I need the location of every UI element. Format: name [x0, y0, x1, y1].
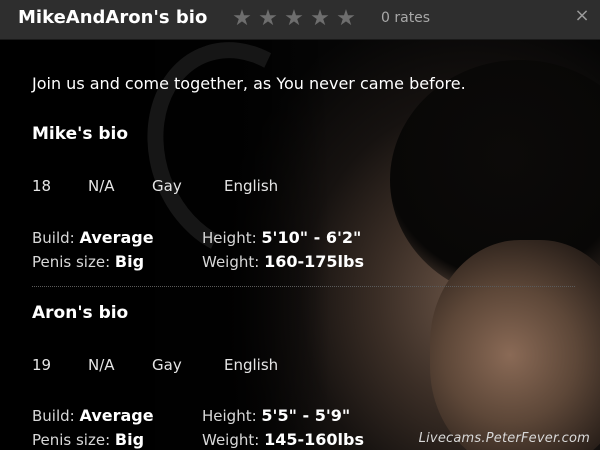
- star-icon[interactable]: ★: [308, 6, 332, 32]
- section-divider: [32, 286, 575, 287]
- penis-label: Penis size:: [32, 431, 111, 449]
- age-tag: 18: [32, 177, 52, 195]
- build-attr: Build: Average: [32, 228, 154, 247]
- bio-section-title: Aron's bio: [32, 303, 129, 323]
- bio-content: Join us and come together, as You never …: [0, 40, 600, 450]
- location-tag: N/A: [88, 356, 115, 374]
- orientation-tag: Gay: [152, 177, 182, 195]
- weight-value: 145-160lbs: [264, 430, 364, 449]
- weight-label: Weight:: [202, 253, 260, 271]
- penis-attr: Penis size: Big: [32, 252, 144, 271]
- penis-label: Penis size:: [32, 253, 111, 271]
- weight-value: 160-175lbs: [264, 252, 364, 271]
- rating-stars[interactable]: ★ ★ ★ ★ ★: [230, 6, 358, 32]
- tagline: Join us and come together, as You never …: [32, 74, 466, 93]
- build-attr: Build: Average: [32, 406, 154, 425]
- star-icon[interactable]: ★: [256, 6, 280, 32]
- build-label: Build:: [32, 229, 75, 247]
- height-label: Height:: [202, 229, 257, 247]
- weight-label: Weight:: [202, 431, 260, 449]
- height-attr: Height: 5'10" - 6'2": [202, 228, 361, 247]
- height-attr: Height: 5'5" - 5'9": [202, 406, 350, 425]
- bio-header: MikeAndAron's bio ★ ★ ★ ★ ★ 0 rates ×: [0, 0, 600, 40]
- build-value: Average: [79, 406, 154, 425]
- height-label: Height:: [202, 407, 257, 425]
- weight-attr: Weight: 160-175lbs: [202, 252, 364, 271]
- orientation-tag: Gay: [152, 356, 182, 374]
- language-tag: English: [224, 356, 279, 374]
- height-value: 5'10" - 6'2": [261, 228, 362, 247]
- close-icon[interactable]: ×: [572, 6, 592, 26]
- build-label: Build:: [32, 407, 75, 425]
- build-value: Average: [79, 228, 154, 247]
- penis-attr: Penis size: Big: [32, 430, 144, 449]
- language-tag: English: [224, 177, 279, 195]
- penis-value: Big: [114, 430, 145, 449]
- bio-title: MikeAndAron's bio: [18, 7, 208, 28]
- site-watermark: Livecams.PeterFever.com: [418, 431, 590, 446]
- star-icon[interactable]: ★: [282, 6, 306, 32]
- star-icon[interactable]: ★: [230, 6, 254, 32]
- bio-section-title: Mike's bio: [32, 124, 129, 144]
- weight-attr: Weight: 145-160lbs: [202, 430, 364, 449]
- penis-value: Big: [114, 252, 145, 271]
- age-tag: 19: [32, 356, 52, 374]
- rates-count: 0 rates: [381, 10, 431, 26]
- star-icon[interactable]: ★: [334, 6, 358, 32]
- location-tag: N/A: [88, 177, 115, 195]
- height-value: 5'5" - 5'9": [261, 406, 351, 425]
